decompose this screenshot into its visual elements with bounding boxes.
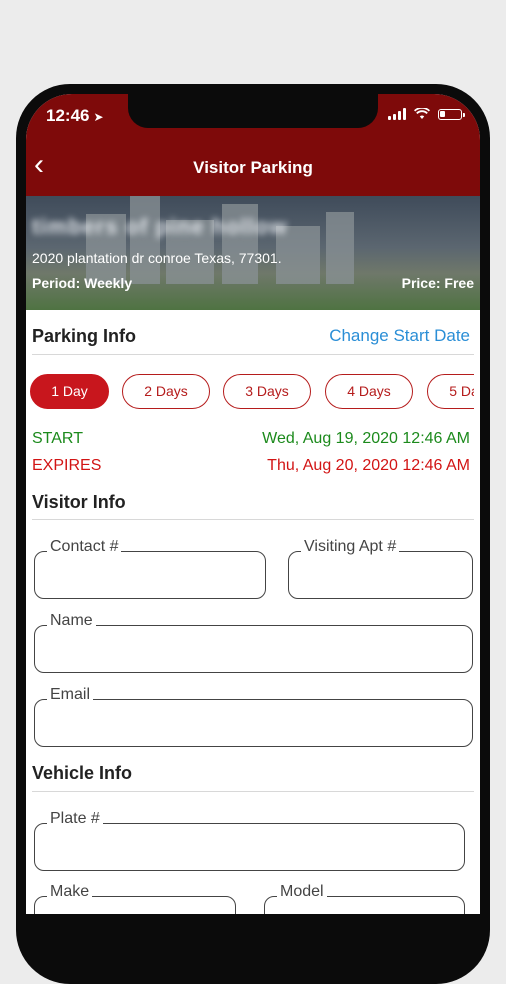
section-divider [32,354,474,355]
contact-field[interactable]: Contact # [34,538,266,599]
email-label: Email [47,686,94,704]
duration-selector: 1 Day 2 Days 3 Days 4 Days 5 Days [30,374,474,412]
property-banner: timbers of pine hollow 2020 plantation d… [26,196,480,310]
battery-icon [438,108,465,120]
model-label: Model [277,883,327,901]
visiting-apt-field[interactable]: Visiting Apt # [288,538,473,599]
name-label: Name [47,612,96,630]
email-field[interactable]: Email [34,686,473,747]
expires-label: EXPIRES [32,457,102,474]
section-divider [32,791,474,792]
building-silhouette [326,212,354,284]
parking-info-heading: Parking Info [32,326,137,346]
wifi-icon [414,108,430,119]
vehicle-info-heading: Vehicle Info [32,763,133,783]
change-start-date-link[interactable]: Change Start Date [329,326,470,346]
model-field[interactable]: Model [264,883,465,914]
status-time-text: 12:46 [46,106,90,125]
make-field[interactable]: Make [34,883,236,914]
start-label: START [32,430,83,447]
property-name: timbers of pine hollow [32,214,288,239]
name-field[interactable]: Name [34,612,473,673]
cellular-signal-icon [388,108,406,120]
plate-label: Plate # [47,810,103,828]
make-label: Make [47,883,93,901]
header-bar: 12:46 ➤ ‹ Visitor Parking [26,94,480,196]
app-screen: 12:46 ➤ ‹ Visitor Parking timbers of pine… [26,94,480,914]
contact-label: Contact # [47,538,122,556]
duration-chip-2-days[interactable]: 2 Days [122,374,210,409]
section-divider [32,519,474,520]
period-label: Period: Weekly [32,275,133,291]
duration-chip-3-days[interactable]: 3 Days [223,374,311,409]
building-silhouette [130,196,160,284]
status-icons [388,108,465,120]
expires-value: Thu, Aug 20, 2020 12:46 AM [267,457,470,474]
plate-field[interactable]: Plate # [34,810,465,871]
status-time: 12:46 ➤ [46,106,104,126]
phone-notch [128,94,378,128]
start-value: Wed, Aug 19, 2020 12:46 AM [262,430,470,447]
page-title: Visitor Parking [193,158,313,177]
duration-chip-5-days[interactable]: 5 Days [427,374,474,409]
duration-chip-4-days[interactable]: 4 Days [325,374,413,409]
visiting-apt-label: Visiting Apt # [301,538,400,556]
property-address: 2020 plantation dr conroe Texas, 77301. [32,250,282,266]
location-arrow-icon: ➤ [93,110,104,124]
price-label: Price: Free [401,275,474,291]
duration-chip-1-day[interactable]: 1 Day [30,374,109,409]
visitor-info-heading: Visitor Info [32,492,126,512]
